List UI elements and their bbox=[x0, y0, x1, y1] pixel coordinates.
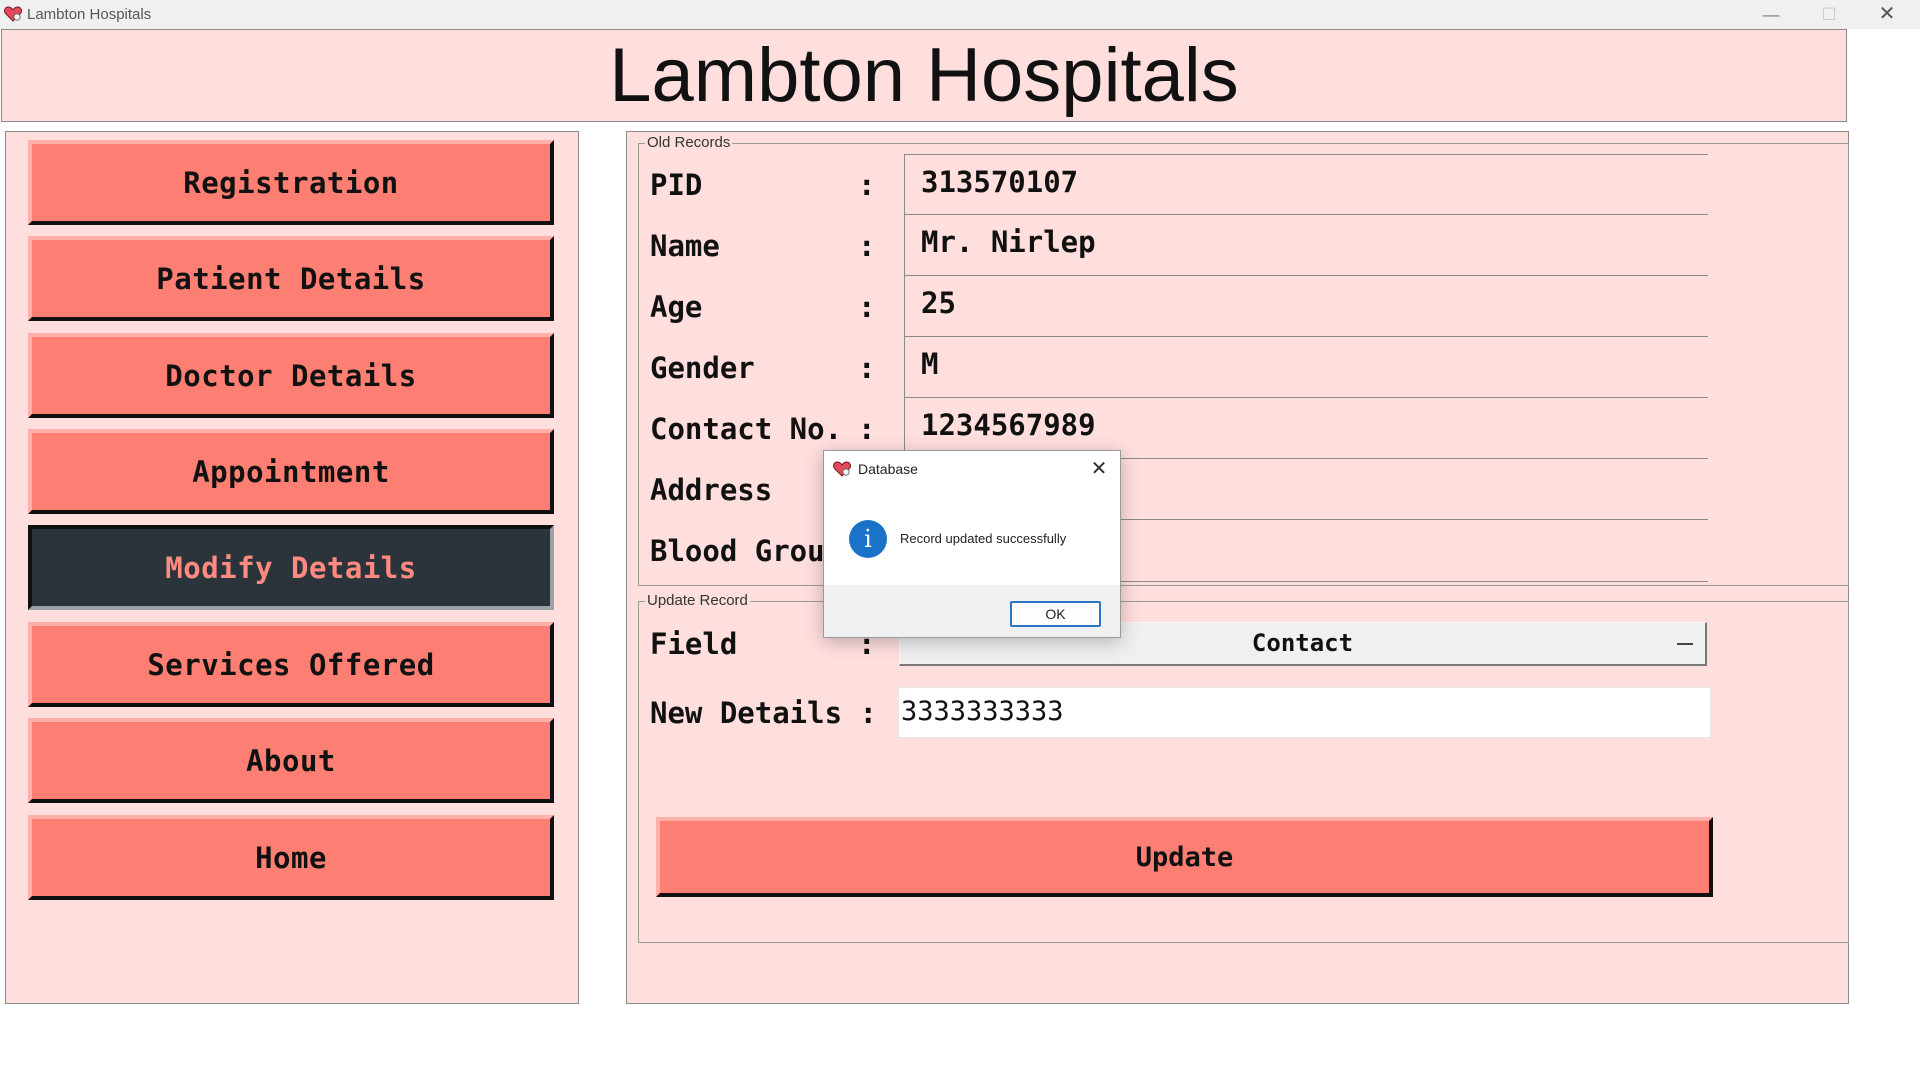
gender-value-box: M bbox=[904, 337, 1708, 398]
dialog-titlebar: Database ✕ bbox=[824, 451, 1120, 489]
nav-registration-button[interactable]: Registration bbox=[28, 140, 554, 225]
gender-colon: : bbox=[858, 351, 876, 385]
contact-value: 1234567989 bbox=[921, 408, 1096, 442]
contact-label: Contact No. bbox=[650, 412, 843, 446]
gender-label: Gender bbox=[650, 351, 755, 385]
new-details-input[interactable]: 3333333333 bbox=[898, 687, 1711, 738]
address-label: Address bbox=[650, 473, 773, 507]
close-window-icon[interactable]: ✕ bbox=[1858, 0, 1916, 29]
new-details-value: 3333333333 bbox=[901, 696, 1064, 727]
pid-value-box: 313570107 bbox=[904, 154, 1708, 215]
nav-about-button[interactable]: About bbox=[28, 718, 554, 803]
nav-modify-details-button[interactable]: Modify Details bbox=[28, 525, 554, 610]
name-colon: : bbox=[858, 229, 876, 263]
dialog-title: Database bbox=[858, 461, 918, 477]
field-label: Field bbox=[650, 627, 738, 661]
message-dialog: Database ✕ i Record updated successfully… bbox=[823, 450, 1121, 638]
info-icon: i bbox=[849, 520, 887, 558]
nav-services-offered-button[interactable]: Services Offered bbox=[28, 622, 554, 707]
nav-doctor-details-button[interactable]: Doctor Details bbox=[28, 333, 554, 418]
age-colon: : bbox=[858, 290, 876, 324]
age-value-box: 25 bbox=[904, 276, 1708, 337]
dialog-body: i Record updated successfully bbox=[824, 489, 1120, 585]
blood-group-label: Blood Grou bbox=[650, 534, 825, 568]
maximize-icon[interactable]: ☐ bbox=[1800, 0, 1858, 29]
window-title: Lambton Hospitals bbox=[27, 6, 152, 23]
nav-appointment-button[interactable]: Appointment bbox=[28, 429, 554, 514]
age-label: Age bbox=[650, 290, 703, 324]
nav-patient-details-button[interactable]: Patient Details bbox=[28, 236, 554, 321]
gender-value: M bbox=[921, 347, 939, 381]
pid-colon: : bbox=[858, 168, 876, 202]
name-label: Name bbox=[650, 229, 720, 263]
minimize-icon[interactable]: — bbox=[1742, 0, 1800, 29]
nav-home-button[interactable]: Home bbox=[28, 815, 554, 900]
age-value: 25 bbox=[921, 286, 956, 320]
dialog-message: Record updated successfully bbox=[900, 531, 1067, 546]
heart-app-icon bbox=[4, 6, 22, 22]
dropdown-indicator-icon bbox=[1677, 643, 1693, 645]
app-header: Lambton Hospitals bbox=[1, 29, 1847, 122]
pid-value: 313570107 bbox=[921, 165, 1079, 199]
page-title: Lambton Hospitals bbox=[609, 33, 1239, 118]
window-titlebar: Lambton Hospitals — ☐ ✕ bbox=[0, 0, 1920, 29]
name-value-box: Mr. Nirlep bbox=[904, 215, 1708, 276]
contact-colon: : bbox=[858, 412, 876, 446]
dialog-ok-button[interactable]: OK bbox=[1010, 601, 1101, 627]
update-record-legend: Update Record bbox=[645, 592, 750, 609]
new-details-label: New Details : bbox=[650, 696, 877, 730]
pid-label: PID bbox=[650, 168, 703, 202]
old-records-legend: Old Records bbox=[645, 134, 733, 151]
dialog-close-icon[interactable]: ✕ bbox=[1087, 457, 1111, 481]
update-button[interactable]: Update bbox=[656, 817, 1713, 897]
heart-app-icon bbox=[833, 461, 851, 477]
name-value: Mr. Nirlep bbox=[921, 225, 1096, 259]
